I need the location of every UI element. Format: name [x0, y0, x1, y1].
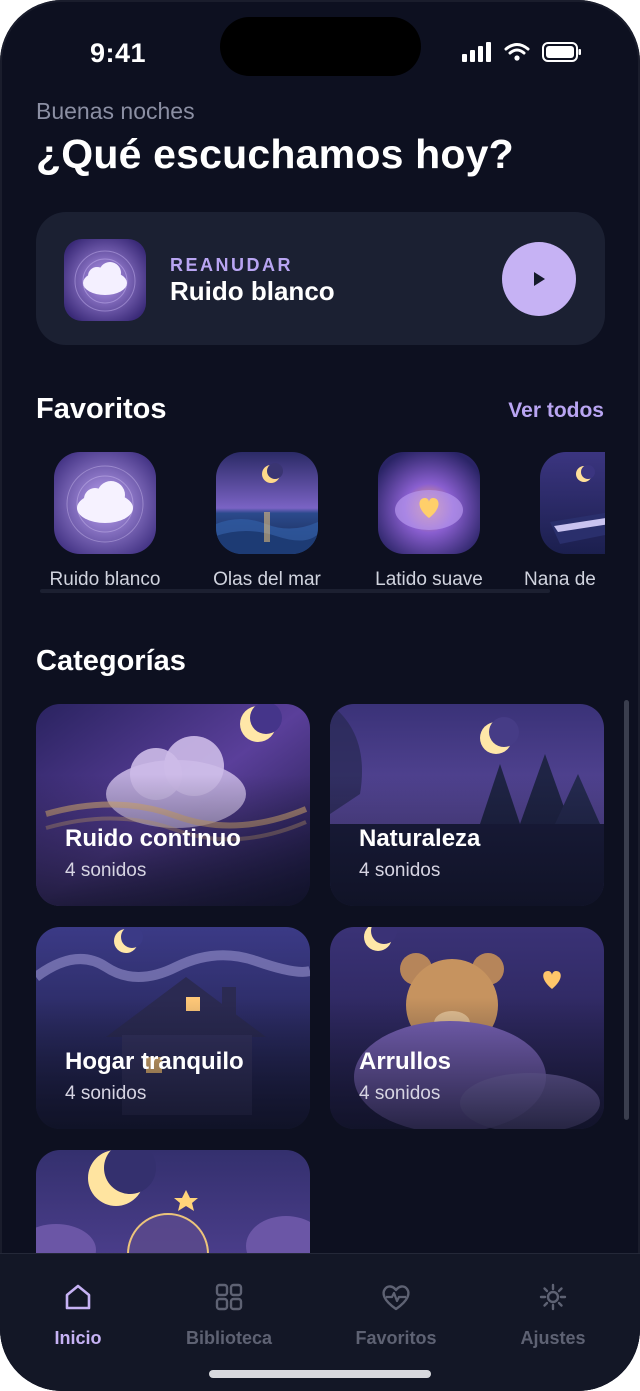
- favorites-title: Favoritos: [36, 393, 167, 425]
- tab-label: Ajustes: [520, 1328, 586, 1348]
- category-card-partial[interactable]: [36, 1150, 310, 1270]
- category-card-ruido-continuo[interactable]: Ruido continuo 4 sonidos: [36, 704, 310, 906]
- favorite-thumbnail: [540, 452, 605, 554]
- tab-label: Biblioteca: [185, 1328, 273, 1348]
- category-card-naturaleza[interactable]: Naturaleza 4 sonidos: [330, 704, 604, 906]
- grid-icon: [215, 1283, 243, 1311]
- heart-pulse-icon: [382, 1285, 410, 1311]
- signal-icon: [462, 42, 491, 62]
- app-screen: 9:41 Buenas noches ¿Qué escuchamos hoy?: [0, 0, 640, 1391]
- category-title: Ruido continuo: [65, 825, 241, 852]
- tab-label: Inicio: [54, 1328, 102, 1348]
- settings-icon: [539, 1283, 567, 1311]
- tab-inicio[interactable]: Inicio: [8, 1280, 148, 1349]
- category-count: 4 sonidos: [65, 860, 147, 881]
- favorite-thumbnail: [378, 452, 480, 554]
- home-indicator[interactable]: [209, 1370, 431, 1378]
- category-title: Arrullos: [359, 1048, 452, 1075]
- category-count: 4 sonidos: [65, 1083, 147, 1104]
- play-icon: [534, 272, 545, 286]
- category-title: Hogar tranquilo: [65, 1048, 244, 1075]
- wifi-icon: [504, 43, 530, 61]
- status-time: 9:41: [90, 38, 147, 68]
- resume-kicker: REANUDAR: [170, 255, 293, 275]
- favorites-carousel[interactable]: Ruido blanco Olas del mar Latido suave N…: [36, 446, 605, 596]
- category-artwork: [36, 1150, 310, 1270]
- categories-title: Categorías: [36, 645, 186, 677]
- resume-title: Ruido blanco: [170, 276, 335, 306]
- dynamic-island: [220, 17, 421, 76]
- greeting-text: Buenas noches: [36, 98, 195, 124]
- page-title: ¿Qué escuchamos hoy?: [36, 131, 514, 177]
- tab-label: Favoritos: [355, 1328, 437, 1348]
- resume-card[interactable]: REANUDAR Ruido blanco: [36, 212, 605, 345]
- status-icons: [462, 42, 582, 62]
- favorite-label: Latido suave: [375, 569, 483, 590]
- tab-favoritos[interactable]: Favoritos: [326, 1280, 466, 1349]
- page-scrollbar[interactable]: [624, 700, 629, 1120]
- category-card-hogar-tranquilo[interactable]: Hogar tranquilo 4 sonidos: [36, 927, 310, 1129]
- category-title: Naturaleza: [359, 825, 481, 852]
- favorite-thumbnail: [216, 452, 318, 554]
- favorite-label: Olas del mar: [213, 569, 321, 590]
- category-card-arrullos[interactable]: Arrullos 4 sonidos: [330, 927, 604, 1129]
- tab-ajustes[interactable]: Ajustes: [483, 1280, 623, 1349]
- battery-icon: [542, 42, 581, 62]
- resume-thumbnail: [64, 239, 146, 321]
- see-all-link[interactable]: Ver todos: [508, 399, 604, 423]
- home-icon: [65, 1284, 91, 1310]
- tab-biblioteca[interactable]: Biblioteca: [159, 1280, 299, 1349]
- favorite-label: Nana de: [524, 569, 596, 590]
- play-button[interactable]: [502, 242, 576, 316]
- category-count: 4 sonidos: [359, 860, 441, 881]
- favorite-thumbnail: [54, 452, 156, 554]
- favorite-label: Ruido blanco: [49, 569, 161, 590]
- category-count: 4 sonidos: [359, 1083, 441, 1104]
- carousel-scroll-track: [40, 589, 550, 593]
